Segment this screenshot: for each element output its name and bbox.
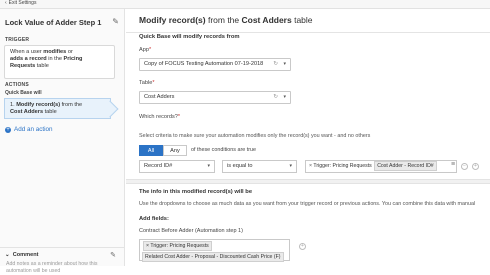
chevron-down-icon: ▾ [283, 61, 286, 67]
action-text-bold: Cost Adders [10, 109, 44, 115]
action-text-part: from the [60, 102, 83, 108]
match-any-button[interactable]: Any [163, 145, 187, 156]
remove-condition-icon[interactable]: − [461, 163, 468, 170]
match-suffix: of these conditions are true [191, 147, 257, 153]
comment-label: Comment [12, 252, 39, 258]
chevron-down-icon: ▾ [283, 94, 286, 100]
info-heading: The info in this modified record(s) will… [139, 189, 253, 195]
trigger-text-part: When a user [10, 49, 44, 55]
trigger-text-bold: modifies [43, 49, 67, 55]
title-suffix: table [291, 15, 313, 25]
match-all-button[interactable]: All [139, 145, 163, 156]
app-label: App* [139, 47, 152, 53]
exit-settings-label: Exit Settings [8, 0, 37, 6]
chevron-down-icon: ▾ [207, 163, 210, 169]
trigger-card[interactable]: When a user modifies or adds a record in… [4, 45, 115, 79]
chevron-down-icon: ▾ [289, 163, 292, 169]
remove-token-icon[interactable]: × [309, 163, 312, 169]
trigger-text-bold: Requests [10, 63, 36, 69]
title-connector: from the [205, 15, 242, 25]
table-label-text: Table [139, 80, 153, 86]
edit-title-icon[interactable]: ✎ [112, 17, 119, 26]
condition-operator-value: is equal to [227, 163, 253, 169]
chevron-down-icon: ⌄ [5, 252, 10, 258]
action-item-1[interactable]: 1. Modify record(s) from the Cost Adders… [4, 98, 111, 119]
condition-field-select[interactable]: Record ID# ▾ [139, 160, 215, 173]
main-panel: Modify record(s) from the Cost Adders ta… [126, 9, 490, 266]
automation-title: Lock Value of Adder Step 1 [5, 18, 102, 27]
exit-settings-link[interactable]: ‹ Exit Settings [5, 0, 36, 7]
title-action: Modify record(s) [139, 15, 206, 25]
app-select[interactable]: Copy of FOCUS Testing Automation 07-19-2… [139, 58, 291, 71]
divider [126, 32, 490, 33]
which-records-label: Which records?* [139, 114, 181, 120]
fx-token-field: Related Cost Adder - Proposal - Discount… [142, 252, 284, 262]
token-source: Trigger: Pricing Requests [313, 163, 372, 169]
add-field-icon[interactable]: + [299, 243, 306, 250]
modify-from-heading: Quick Base will modify records from [139, 34, 240, 40]
top-bar: ‹ Exit Settings [0, 0, 490, 9]
comment-header[interactable]: ⌄ Comment [5, 252, 38, 258]
trigger-text-part: table [35, 63, 49, 69]
page-title: Modify record(s) from the Cost Adders ta… [139, 15, 313, 25]
trigger-heading: TRIGGER [5, 37, 30, 43]
actions-heading: ACTIONS [5, 82, 29, 88]
add-fields-heading: Add fields: [139, 216, 169, 222]
info-description: Use the dropdowns to choose as much data… [139, 201, 476, 207]
comment-section: ⌄ Comment ✎ Add notes as a reminder abou… [0, 247, 124, 275]
add-condition-icon[interactable]: + [472, 163, 479, 170]
match-toggle: All Any [139, 145, 187, 156]
table-select[interactable]: Cost Adders ↻ ▾ [139, 91, 291, 104]
sidebar: Lock Value of Adder Step 1 ✎ TRIGGER Whe… [0, 9, 125, 274]
condition-operator-select[interactable]: is equal to ▾ [222, 160, 297, 173]
add-action-link[interactable]: + Add an action [5, 126, 53, 133]
back-arrow-icon: ‹ [5, 0, 7, 6]
token-field-chip: Cost Adder - Record ID# [374, 161, 437, 171]
reset-icon[interactable]: ↻ [273, 92, 278, 103]
action-text-part: table [43, 109, 57, 115]
which-records-text: Which records? [139, 114, 178, 120]
trigger-text-bold: adds a record [10, 56, 47, 62]
trigger-text-bold: Pricing [63, 56, 83, 62]
criteria-help-text: Select criteria to make sure your automa… [139, 133, 371, 139]
menu-icon[interactable]: ≡ [451, 161, 455, 168]
table-label: Table* [139, 80, 155, 86]
action-text-bold: Modify record(s) [16, 102, 61, 108]
app-label-text: App [139, 47, 149, 53]
condition-value-field[interactable]: × Trigger: Pricing Requests Cost Adder -… [305, 160, 457, 173]
app-select-value: Copy of FOCUS Testing Automation 07-19-2… [144, 61, 264, 67]
table-select-value: Cost Adders [144, 94, 175, 100]
trigger-text-part: or [66, 49, 73, 55]
token-source-chip: × Trigger: Pricing Requests [143, 241, 212, 251]
reset-icon[interactable]: ↻ [273, 59, 278, 70]
contract-value-field[interactable]: × Trigger: Pricing Requests Related Cost… [139, 239, 290, 262]
section-separator [126, 179, 490, 184]
condition-field-value: Record ID# [144, 163, 173, 169]
fx-token-source: Trigger: Pricing Requests [150, 243, 209, 249]
edit-comment-icon[interactable]: ✎ [110, 251, 116, 259]
add-action-label: Add an action [14, 126, 53, 133]
comment-placeholder[interactable]: Add notes as a reminder about how this a… [6, 261, 116, 275]
plus-circle-icon: + [5, 126, 11, 133]
contract-field-label: Contract Before Adder (Automation step 1… [139, 228, 243, 234]
title-table: Cost Adders [241, 15, 292, 25]
quickbase-will-label: Quick Base will [5, 90, 42, 96]
trigger-text-part: in the [46, 56, 64, 62]
